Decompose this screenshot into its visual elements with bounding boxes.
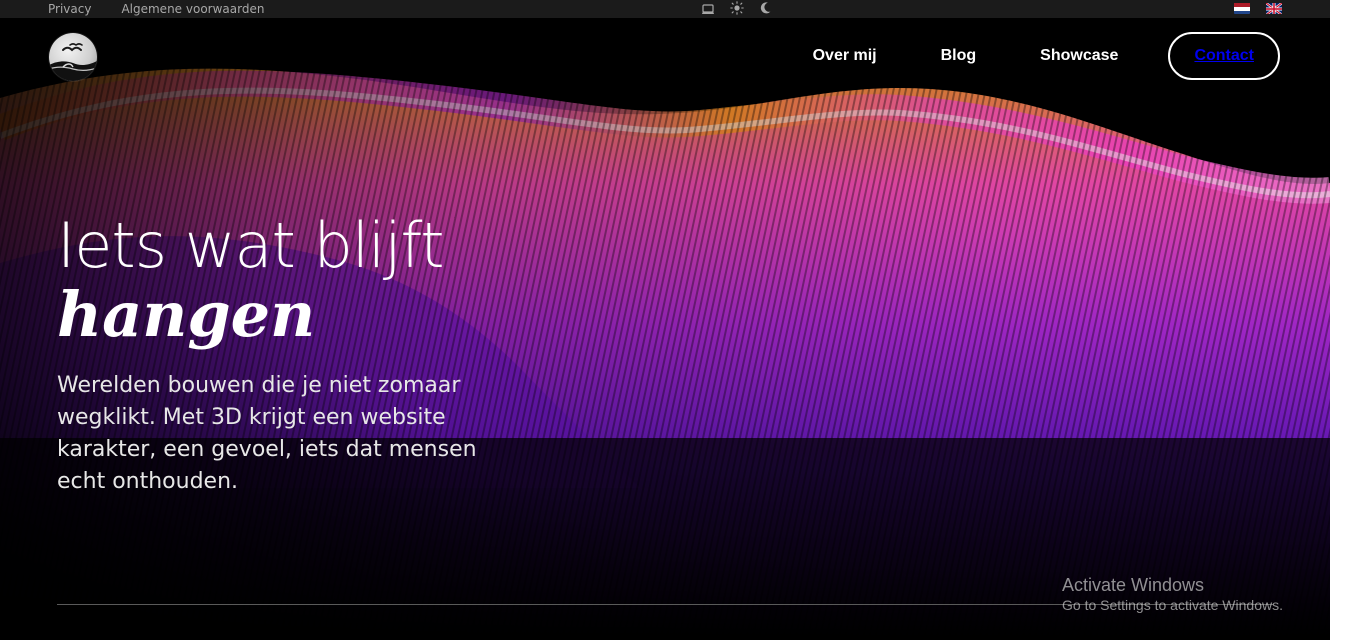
terms-link[interactable]: Algemene voorwaarden: [121, 0, 264, 18]
main-navigation: Over mij Blog Showcase Contact: [781, 32, 1280, 80]
hero-title-line2: hangen: [57, 278, 316, 351]
nav-showcase[interactable]: Showcase: [1008, 32, 1150, 80]
scrollbar-gutter: [1330, 0, 1360, 640]
contact-button[interactable]: Contact: [1168, 32, 1280, 80]
top-utility-bar: Privacy Algemene voorwaarden: [0, 0, 1330, 18]
seagull-logo[interactable]: [49, 33, 97, 81]
watermark-subtitle: Go to Settings to activate Windows.: [1062, 597, 1283, 613]
hero-section: Iets wat blijft hangen Werelden bouwen d…: [57, 212, 517, 520]
language-switcher: [1234, 2, 1282, 14]
page: Privacy Algemene voorwaarden Over mij Bl…: [0, 0, 1360, 640]
site-header: Over mij Blog Showcase Contact: [0, 18, 1330, 96]
hero-description: Werelden bouwen die je niet zomaar wegkl…: [57, 373, 477, 494]
nav-over-mij[interactable]: Over mij: [781, 32, 909, 80]
legal-links: Privacy Algemene voorwaarden: [48, 0, 264, 18]
nav-blog[interactable]: Blog: [909, 32, 1009, 80]
windows-activation-watermark: Activate Windows Go to Settings to activ…: [1062, 574, 1283, 614]
dutch-flag-icon[interactable]: [1234, 2, 1250, 14]
laptop-icon[interactable]: [700, 2, 716, 20]
privacy-link[interactable]: Privacy: [48, 0, 91, 18]
hero-title-line1: Iets wat blijft: [57, 209, 445, 282]
english-flag-icon[interactable]: [1266, 2, 1282, 14]
watermark-title: Activate Windows: [1062, 575, 1205, 595]
